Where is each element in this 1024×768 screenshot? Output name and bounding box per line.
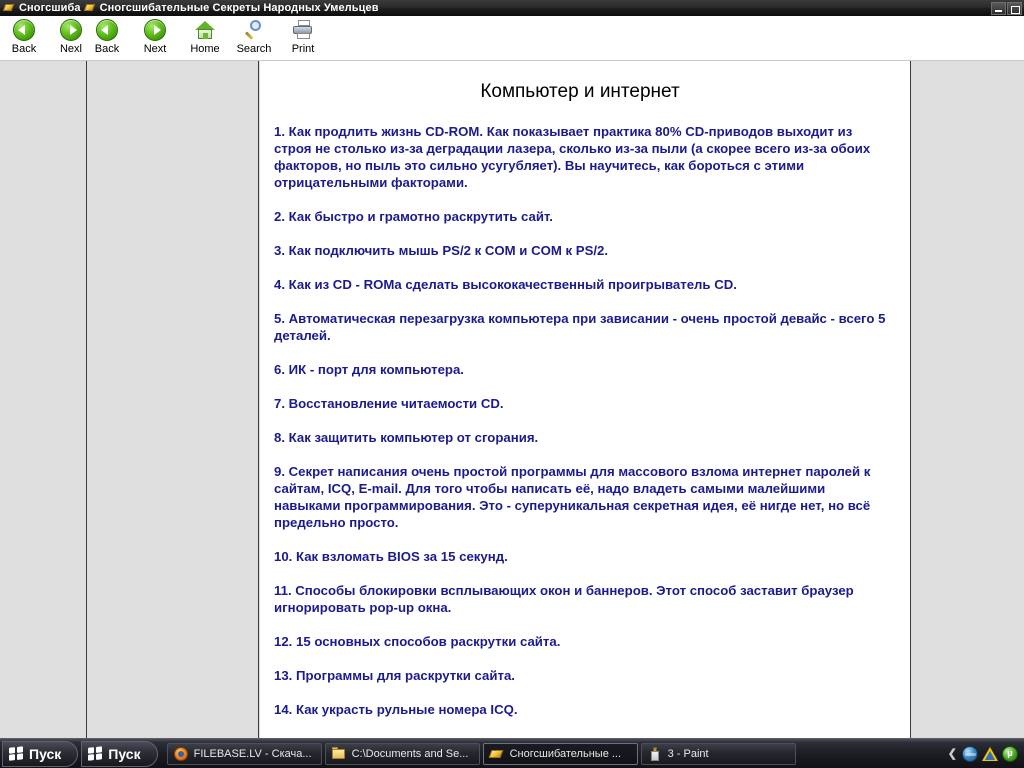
right-margin-pane <box>912 61 1024 738</box>
window-titlebar: Сногсшиба Сногсшибательные Секреты Народ… <box>0 0 1024 16</box>
list-item: 5. Автоматическая перезагрузка компьютер… <box>274 311 886 343</box>
taskbar-item-paint[interactable]: 3 - Paint <box>640 742 796 765</box>
list-item: 11. Способы блокировки всплывающих окон … <box>274 583 854 615</box>
workspace: Компьютер и интернет 1. Как продлить жиз… <box>0 61 1024 738</box>
firefox-icon <box>173 746 188 761</box>
book-icon <box>2 2 15 14</box>
list-item: 2. Как быстро и грамотно раскрутить сайт… <box>274 209 553 224</box>
home-button-label: Home <box>190 43 220 55</box>
list-item: 4. Как из CD - ROMa сделать высококачест… <box>274 277 737 292</box>
taskbar-item-explorer-label: C:\Documents and Se... <box>351 747 469 760</box>
navigation-pane-outer[interactable] <box>0 61 87 738</box>
taskbar-item-firefox[interactable]: FILEBASE.LV - Скача... <box>166 742 322 765</box>
list-item: 13. Программы для раскрутки сайта. <box>274 668 515 683</box>
home-button[interactable]: Home <box>181 18 229 56</box>
content-pane[interactable]: Компьютер и интернет 1. Как продлить жиз… <box>260 61 911 738</box>
search-button-label: Search <box>236 43 272 55</box>
page-title: Компьютер и интернет <box>480 81 680 102</box>
start-button-2-label: Пуск <box>108 745 141 762</box>
window-title: Сногсшибательные Секреты Народных Умельц… <box>99 2 379 14</box>
tray-expand-icon[interactable]: ❮ <box>948 747 957 760</box>
taskbar: Пуск Пуск FILEBASE.LV - Скача... C:\Docu… <box>0 738 1024 768</box>
list-item: 10. Как взломать BIOS за 15 секунд. <box>274 549 508 564</box>
back-button-2-label: Back <box>94 43 120 55</box>
window-controls <box>991 1 1024 15</box>
next-button-2[interactable]: Next <box>131 18 179 56</box>
print-button-label: Print <box>291 43 315 55</box>
taskbar-item-helpfile-label: Сногсшибательные ... <box>509 747 622 760</box>
printer-icon <box>279 18 327 42</box>
search-button[interactable]: Search <box>230 18 278 56</box>
desktop-root: Сногсшиба Сногсшибательные Секреты Народ… <box>0 0 1024 768</box>
paint-icon <box>648 746 662 761</box>
navigation-pane-inner[interactable] <box>88 61 259 738</box>
folder-icon <box>331 746 346 761</box>
list-item: 12. 15 основных способов раскрутки сайта… <box>274 634 561 649</box>
windows-flag-icon <box>88 745 103 762</box>
list-item: 7. Восстановление читаемости CD. <box>274 396 504 411</box>
start-button-1[interactable]: Пуск <box>2 740 79 767</box>
back-button[interactable]: Back <box>0 18 48 56</box>
window-title-short: Сногсшиба <box>19 2 81 14</box>
book-icon <box>83 2 96 14</box>
taskbar-item-firefox-label: FILEBASE.LV - Скача... <box>193 747 312 760</box>
arrow-left-circle-icon <box>0 18 48 42</box>
taskbar-item-helpfile[interactable]: Сногсшибательные ... <box>482 742 638 765</box>
home-icon <box>181 18 229 42</box>
start-button-2[interactable]: Пуск <box>81 740 158 767</box>
warning-triangle-icon[interactable] <box>982 746 998 762</box>
print-button[interactable]: Print <box>279 18 327 56</box>
start-button-1-label: Пуск <box>29 745 62 762</box>
arrow-right-circle-icon <box>131 18 179 42</box>
maximize-button[interactable] <box>1007 1 1022 15</box>
system-tray: ❮ μ <box>948 745 1024 762</box>
arrow-left-circle-icon <box>83 18 131 42</box>
taskbar-item-explorer[interactable]: C:\Documents and Se... <box>324 742 480 765</box>
list-item: 1. Как продлить жизнь CD-ROM. Как показы… <box>274 124 871 190</box>
network-globe-icon[interactable] <box>962 745 978 762</box>
list-item: 9. Секрет написания очень простой програ… <box>274 464 871 530</box>
document-body: Компьютер и интернет 1. Как продлить жиз… <box>260 61 910 738</box>
list-item: 6. ИК - порт для компьютера. <box>274 362 464 377</box>
back-button-label: Back <box>11 43 37 55</box>
taskbar-items: FILEBASE.LV - Скача... C:\Documents and … <box>166 742 948 765</box>
list-item: 14. Как украсть рульные номера ICQ. <box>274 702 518 717</box>
list-item: 3. Как подключить мышь PS/2 к COM и COM … <box>274 243 609 258</box>
list-item: 8. Как защитить компьютер от сгорания. <box>274 430 539 445</box>
help-toolbar: Back Nexl Back Next Home Search Print <box>0 16 1024 61</box>
minimize-button[interactable] <box>991 1 1006 15</box>
windows-flag-icon <box>9 745 24 762</box>
book-icon <box>488 747 504 761</box>
green-status-icon[interactable]: μ <box>1002 745 1018 762</box>
back-button-2[interactable]: Back <box>83 18 131 56</box>
next-button-2-label: Next <box>143 43 167 55</box>
taskbar-item-paint-label: 3 - Paint <box>667 747 709 760</box>
magnifier-icon <box>230 18 278 42</box>
